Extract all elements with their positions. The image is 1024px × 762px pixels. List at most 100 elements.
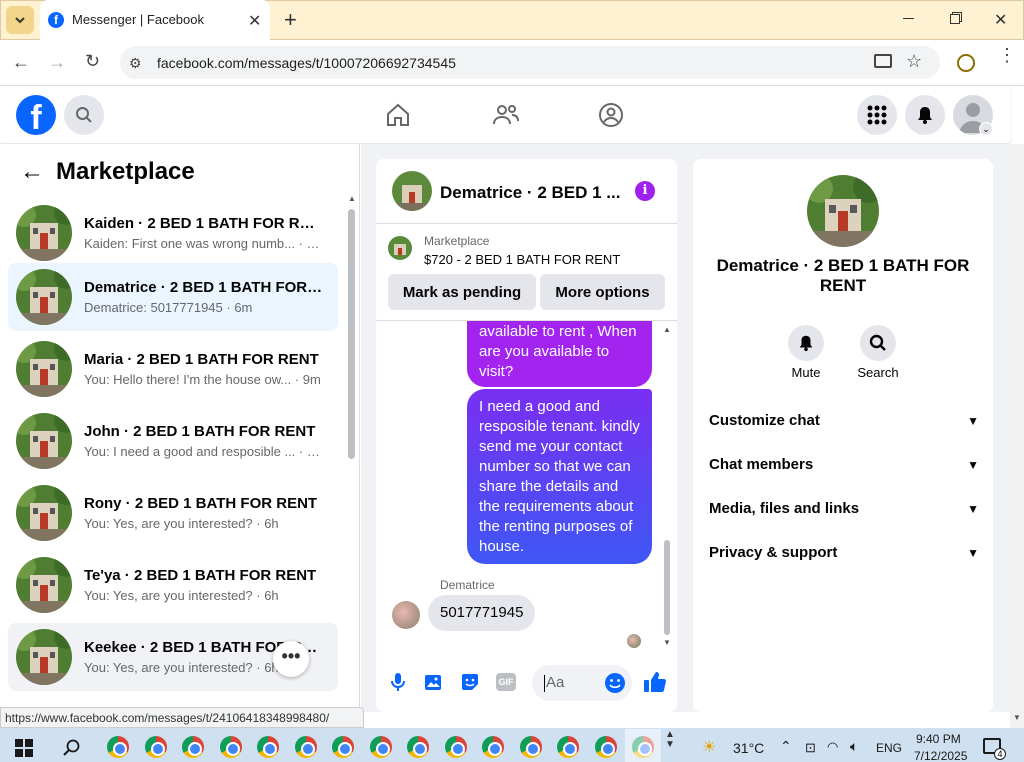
language-indicator[interactable]: ENG bbox=[876, 741, 902, 755]
network-icon[interactable]: ⊡ bbox=[805, 740, 816, 756]
conversation-item[interactable]: John · 2 BED 1 BATH FOR RENT You: I need … bbox=[8, 407, 338, 475]
taskbar-search-icon[interactable] bbox=[63, 739, 81, 757]
microphone-icon[interactable] bbox=[389, 672, 407, 692]
conversation-options-button[interactable]: ••• bbox=[273, 641, 309, 677]
new-tab-icon[interactable]: + bbox=[284, 7, 297, 33]
conversation-item[interactable]: Dematrice · 2 BED 1 BATH FOR R... Dematri… bbox=[8, 263, 338, 331]
more-options-button[interactable]: More options bbox=[540, 274, 665, 310]
chrome-taskbar-icon[interactable] bbox=[182, 736, 204, 758]
chrome-taskbar-icon[interactable] bbox=[594, 736, 617, 758]
groups-icon[interactable] bbox=[598, 102, 624, 128]
chrome-taskbar-icon[interactable] bbox=[557, 736, 579, 758]
like-icon[interactable] bbox=[643, 670, 667, 694]
msg-scroll-up-icon[interactable]: ▲ bbox=[663, 325, 671, 334]
account-chevron-icon[interactable]: ⌄ bbox=[979, 122, 993, 136]
mark-as-pending-button[interactable]: Mark as pending bbox=[388, 274, 536, 310]
sent-message[interactable]: available to rent , When are you availab… bbox=[467, 321, 652, 387]
browser-menu-icon[interactable]: ⋮ bbox=[998, 46, 1016, 64]
profile-icon[interactable] bbox=[957, 54, 975, 72]
chat-header-avatar[interactable] bbox=[392, 171, 432, 211]
conversation-avatar bbox=[16, 629, 72, 685]
menu-button[interactable] bbox=[857, 95, 897, 135]
chrome-taskbar-icon[interactable] bbox=[294, 736, 317, 758]
taskbar-overflow-icon[interactable]: ▲ ▼ bbox=[665, 730, 675, 750]
info-avatar[interactable] bbox=[807, 175, 879, 247]
chat-members-section[interactable]: Chat members ▼ bbox=[709, 456, 979, 473]
minimize-icon[interactable] bbox=[903, 18, 914, 19]
search-label: Search bbox=[857, 365, 899, 380]
chrome-taskbar-icon[interactable] bbox=[107, 736, 129, 758]
sender-avatar[interactable] bbox=[392, 601, 420, 629]
info-icon[interactable]: i bbox=[635, 181, 655, 201]
search-chat-button[interactable] bbox=[860, 325, 896, 361]
sent-message[interactable]: I need a good and resposible tenant. kin… bbox=[467, 389, 652, 564]
chrome-taskbar-icon[interactable] bbox=[144, 736, 167, 758]
gif-icon[interactable]: GIF bbox=[496, 673, 516, 691]
reload-icon[interactable]: ↻ bbox=[85, 51, 100, 72]
scroll-up-icon[interactable]: ▲ bbox=[348, 194, 356, 203]
chrome-taskbar-icon[interactable] bbox=[219, 736, 242, 758]
chrome-taskbar-icon[interactable] bbox=[257, 736, 279, 758]
tab-search-button[interactable] bbox=[6, 6, 34, 34]
bookmark-star-icon[interactable]: ☆ bbox=[906, 51, 922, 72]
conversation-item[interactable]: Rony · 2 BED 1 BATH FOR RENT You: Yes, ar… bbox=[8, 479, 338, 547]
sticker-icon[interactable] bbox=[460, 672, 480, 692]
volume-icon[interactable]: 🔈︎ bbox=[850, 738, 858, 755]
received-message[interactable]: 5017771945 bbox=[428, 595, 536, 631]
chrome-taskbar-icon[interactable] bbox=[519, 736, 542, 758]
close-tab-icon[interactable]: ✕ bbox=[248, 11, 261, 31]
sender-name: Dematrice bbox=[440, 578, 495, 592]
temperature[interactable]: 31°C bbox=[733, 740, 764, 756]
facebook-logo[interactable]: f bbox=[16, 95, 56, 135]
chrome-taskbar-icon[interactable] bbox=[407, 736, 429, 758]
search-button[interactable] bbox=[64, 95, 104, 135]
list-scrollbar[interactable] bbox=[348, 209, 355, 459]
media-files-section[interactable]: Media, files and links ▼ bbox=[709, 500, 979, 517]
conversation-avatar bbox=[16, 557, 72, 613]
photo-icon[interactable] bbox=[424, 672, 444, 692]
clock-date[interactable]: 7/12/2025 bbox=[914, 749, 967, 762]
notifications-button[interactable] bbox=[905, 95, 945, 135]
active-app-highlight bbox=[625, 729, 661, 762]
info-name: Dematrice · 2 BED 1 BATH FOR RENT bbox=[716, 256, 970, 295]
weather-icon[interactable]: ☀ bbox=[702, 737, 716, 757]
conversation-text: Dematrice · 2 BED 1 BATH FOR R... Dematri… bbox=[84, 279, 324, 315]
emoji-icon[interactable] bbox=[604, 672, 626, 694]
back-icon[interactable]: ← bbox=[12, 52, 30, 73]
tray-chevron-icon[interactable]: ⌃ bbox=[780, 738, 792, 755]
friends-icon[interactable] bbox=[492, 102, 520, 128]
conversation-item[interactable]: Kaiden · 2 BED 1 BATH FOR RENT Kaiden: Fi… bbox=[8, 199, 338, 267]
chevron-down-icon: ▼ bbox=[967, 545, 979, 560]
chat-header-name[interactable]: Dematrice · 2 BED 1 ... bbox=[440, 183, 620, 203]
start-icon[interactable] bbox=[15, 739, 33, 757]
page-scroll-down-icon[interactable]: ▼ bbox=[1013, 713, 1021, 722]
clock-time[interactable]: 9:40 PM bbox=[916, 732, 961, 746]
conversation-item[interactable]: Te'ya · 2 BED 1 BATH FOR RENT You: Yes, a… bbox=[8, 551, 338, 619]
page-scrollbar[interactable] bbox=[1010, 144, 1024, 728]
wifi-icon[interactable]: ◠ bbox=[827, 739, 838, 755]
listing-title[interactable]: $720 - 2 BED 1 BATH FOR RENT bbox=[424, 252, 620, 267]
message-scrollbar[interactable] bbox=[664, 540, 670, 635]
restore-icon[interactable] bbox=[950, 14, 960, 24]
msg-scroll-down-icon[interactable]: ▼ bbox=[663, 638, 671, 647]
conversation-name: Rony · 2 BED 1 BATH FOR RENT bbox=[84, 495, 318, 512]
listing-thumbnail[interactable] bbox=[388, 236, 412, 260]
install-app-icon[interactable] bbox=[874, 54, 892, 68]
conversation-item[interactable]: Maria · 2 BED 1 BATH FOR RENT You: Hello … bbox=[8, 335, 338, 403]
customize-chat-section[interactable]: Customize chat ▼ bbox=[709, 412, 979, 429]
privacy-support-section[interactable]: Privacy & support ▼ bbox=[709, 544, 979, 561]
close-window-icon[interactable]: ✕ bbox=[994, 10, 1007, 30]
conversation-name: Kaiden · 2 BED 1 BATH FOR RENT bbox=[84, 215, 324, 232]
chrome-taskbar-icon[interactable] bbox=[369, 736, 392, 758]
chrome-taskbar-icon[interactable] bbox=[332, 736, 354, 758]
back-arrow-icon[interactable]: ← bbox=[20, 158, 44, 186]
conversation-name: Te'ya · 2 BED 1 BATH FOR RENT bbox=[84, 567, 317, 584]
conversation-preview: Dematrice: 5017771945 · 6m bbox=[84, 300, 253, 315]
chrome-taskbar-icon[interactable] bbox=[482, 736, 504, 758]
mute-button[interactable] bbox=[788, 325, 824, 361]
conversation-preview: You: Yes, are you interested? · 6h bbox=[84, 516, 279, 531]
site-settings-icon[interactable]: ⚙ bbox=[129, 55, 142, 72]
home-icon[interactable] bbox=[385, 102, 411, 128]
forward-icon[interactable]: → bbox=[48, 52, 66, 73]
chrome-taskbar-icon[interactable] bbox=[444, 736, 467, 758]
